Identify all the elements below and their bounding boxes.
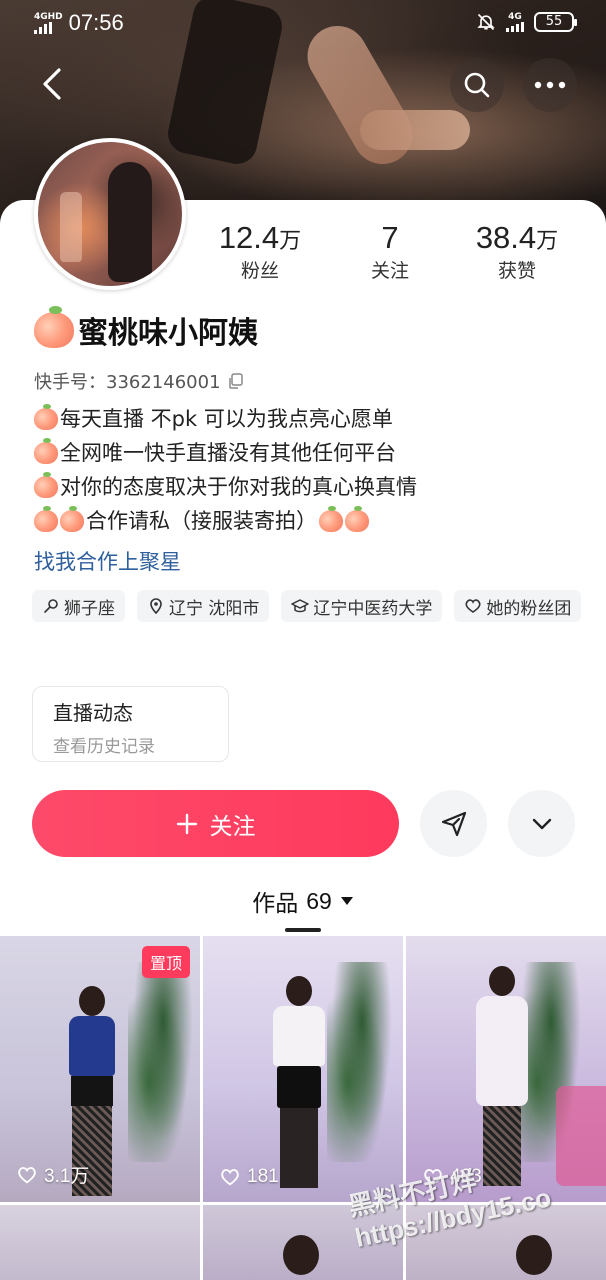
bio-line-2: 全网唯一快手直播没有其他任何平台 (34, 436, 584, 470)
bio-text-1: 每天直播 不pk 可以为我点亮心愿单 (60, 407, 393, 431)
fan-group-icon (465, 599, 481, 613)
heart-icon (18, 1166, 36, 1183)
live-history-card[interactable]: 直播动态 查看历史记录 (32, 686, 229, 762)
kuaishou-id-text: 快手号：3362146001 (34, 372, 221, 393)
bio-line-1: 每天直播 不pk 可以为我点亮心愿单 (34, 402, 584, 436)
live-subtitle: 查看历史记录 (53, 737, 155, 757)
live-title: 直播动态 (53, 701, 133, 725)
cooperation-link[interactable]: 找我合作上聚星 (34, 546, 181, 576)
bio-line-3: 对你的态度取决于你对我的真心换真情 (34, 470, 584, 504)
video-tile[interactable]: 置顶 3.1万 (0, 936, 200, 1202)
video-grid: 置顶 3.1万 181 403 (0, 936, 606, 1280)
status-right: 4G 55 (476, 12, 577, 32)
peach-icon (34, 438, 58, 464)
bio: 每天直播 不pk 可以为我点亮心愿单 全网唯一快手直播没有其他任何平台 对你的态… (34, 402, 584, 538)
mute-bell-icon (477, 13, 495, 31)
tag-school-text: 辽宁中医药大学 (313, 598, 433, 619)
tag-fan-group[interactable]: 她的粉丝团 (454, 590, 582, 622)
likes-unit: 万 (536, 228, 559, 253)
works-count: 69 (306, 887, 332, 914)
works-label: 作品 (252, 891, 299, 917)
following-label: 关注 (370, 260, 409, 282)
peach-icon (34, 404, 58, 430)
like-count-text: 181 (247, 1166, 279, 1187)
tab-underline (285, 928, 321, 932)
follow-button[interactable]: 关注 (32, 790, 399, 857)
more-button[interactable] (523, 58, 577, 112)
copy-icon[interactable] (227, 372, 245, 390)
bio-text-3: 对你的态度取决于你对我的真心换真情 (60, 475, 417, 499)
profile-stats: 12.4万 粉丝 7 关注 38.4万 获赞 (200, 220, 590, 290)
tag-zodiac[interactable]: 狮子座 (32, 590, 125, 622)
avatar[interactable] (34, 138, 186, 290)
location-icon (150, 598, 162, 615)
more-dots-icon (534, 81, 566, 89)
peach-icon (34, 306, 74, 348)
caret-down-icon (340, 897, 353, 905)
peach-icon (34, 506, 58, 532)
tab-works[interactable]: 作品 69 (0, 884, 606, 918)
tag-school[interactable]: 辽宁中医药大学 (281, 590, 443, 622)
network-right: 4G (506, 12, 524, 32)
tag-zodiac-text: 狮子座 (64, 598, 115, 619)
likes-label: 获赞 (497, 260, 536, 282)
profile-tags: 狮子座 辽宁 沈阳市 辽宁中医药大学 她的粉丝团 (32, 590, 592, 622)
chevron-down-icon (532, 818, 551, 829)
chevron-left-icon (43, 68, 61, 100)
following-count: 7 (381, 220, 399, 255)
tag-location-text: 辽宁 沈阳市 (169, 598, 260, 619)
status-left: 4GHD 07:56 (34, 10, 124, 36)
fans-label: 粉丝 (240, 260, 279, 282)
status-time: 07:56 (68, 10, 124, 35)
peach-icon (60, 506, 84, 532)
like-count: 181 (219, 1166, 279, 1188)
search-button[interactable] (450, 58, 504, 112)
likes-count: 38.4 (475, 220, 537, 255)
peach-icon (319, 506, 343, 532)
like-count: 3.1万 (16, 1161, 89, 1188)
send-icon (441, 811, 466, 836)
pinned-badge: 置顶 (141, 946, 190, 978)
heart-icon (221, 1169, 239, 1186)
like-count-text: 3.1万 (44, 1166, 90, 1187)
search-icon (464, 72, 490, 98)
school-icon (291, 599, 310, 613)
peach-icon (34, 472, 58, 498)
stat-following[interactable]: 7 关注 (330, 220, 450, 283)
tag-fan-group-text: 她的粉丝团 (486, 598, 572, 619)
profile-name-text: 蜜桃味小阿姨 (78, 316, 258, 351)
profile-name: 蜜桃味小阿姨 (34, 306, 258, 352)
network-label: 4GHD (34, 11, 63, 22)
bio-text-4: 合作请私（接服装寄拍） (86, 509, 317, 533)
tag-location[interactable]: 辽宁 沈阳市 (137, 590, 270, 622)
expand-button[interactable] (508, 790, 575, 857)
back-button[interactable] (28, 60, 76, 108)
status-bar: 4GHD 07:56 4G 55 (0, 0, 606, 48)
signal-icon: 4GHD (34, 11, 63, 34)
fans-count: 12.4 (218, 220, 280, 255)
stat-likes[interactable]: 38.4万 获赞 (457, 220, 577, 283)
share-button[interactable] (420, 790, 487, 857)
follow-label: 关注 (209, 813, 256, 840)
battery-icon: 55 (534, 12, 577, 32)
video-tile[interactable]: 181 (203, 936, 403, 1202)
zodiac-icon (44, 599, 58, 613)
peach-icon (345, 506, 369, 532)
plus-icon (176, 813, 197, 834)
bio-text-2: 全网唯一快手直播没有其他任何平台 (60, 441, 396, 465)
kuaishou-id[interactable]: 快手号：3362146001 (34, 368, 245, 394)
bio-line-4: 合作请私（接服装寄拍） (34, 504, 584, 538)
stat-fans[interactable]: 12.4万 粉丝 (200, 220, 320, 283)
video-tile[interactable] (0, 1205, 200, 1280)
fans-unit: 万 (279, 228, 302, 253)
